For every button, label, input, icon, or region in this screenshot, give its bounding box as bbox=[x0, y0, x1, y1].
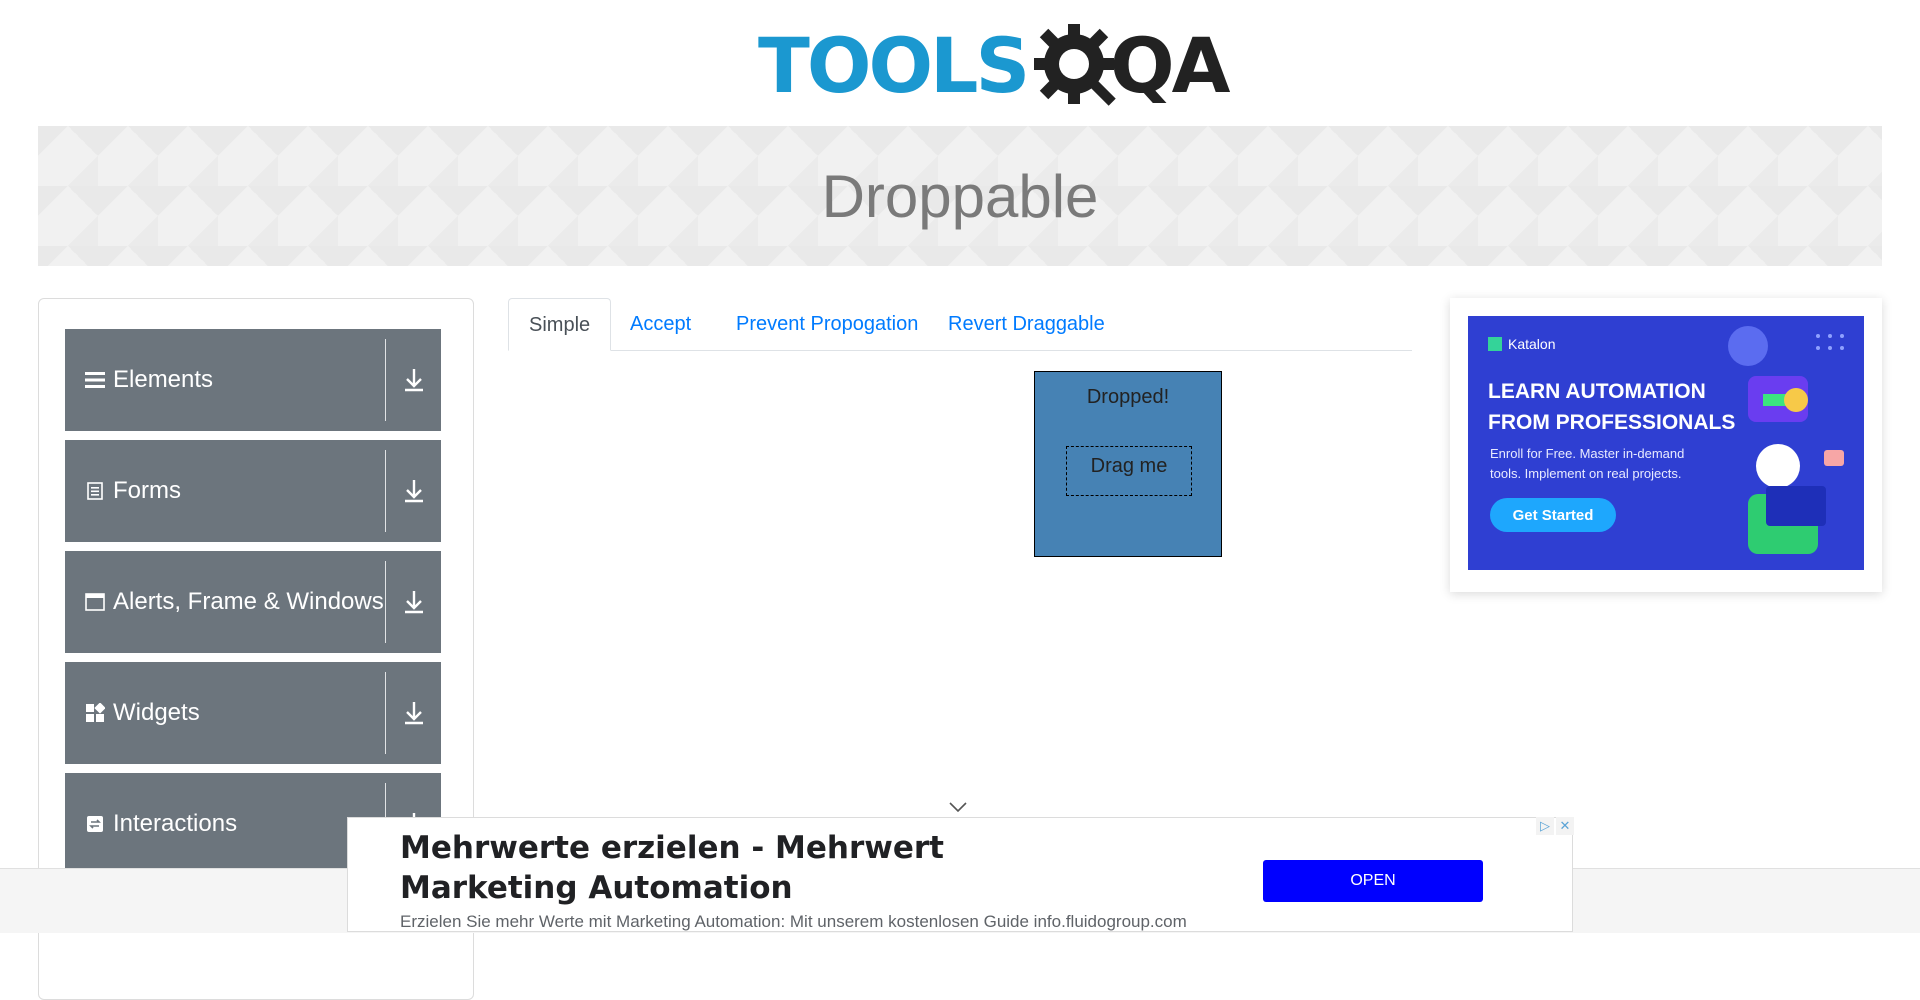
close-icon[interactable]: ✕ bbox=[1556, 817, 1574, 835]
ad-illustration-icon bbox=[1728, 326, 1844, 554]
ad-subtext: Enroll for Free. Master in-demand tools.… bbox=[1490, 446, 1685, 481]
draggable-box[interactable]: Drag me bbox=[1066, 446, 1192, 496]
katalon-logo-icon bbox=[1488, 337, 1502, 351]
sidebar-group-header: Widgets bbox=[85, 662, 200, 764]
tab-simple[interactable]: Simple bbox=[508, 298, 612, 351]
logo-tools-text: TOOLS bbox=[758, 21, 1030, 110]
bottom-ad[interactable]: ▷ ✕ Mehrwerte erzielen - Mehrwert Market… bbox=[347, 817, 1574, 932]
sidebar-group-label: Alerts, Frame & Windows bbox=[113, 588, 384, 615]
logo-text: TOOLS bbox=[758, 28, 1030, 104]
page-banner: Droppable bbox=[38, 126, 1882, 266]
chevron-down-icon[interactable] bbox=[947, 800, 969, 814]
get-started-button[interactable]: Get Started bbox=[1490, 498, 1616, 532]
sidebar-group-header: Elements bbox=[85, 329, 213, 431]
divider bbox=[385, 561, 386, 643]
widgets-icon bbox=[85, 703, 105, 723]
sidebar-group-label: Forms bbox=[113, 477, 181, 504]
tab-prevent-propogation[interactable]: Prevent Propogation bbox=[716, 298, 938, 350]
bottom-ad-description: Erzielen Sie mehr Werte mit Marketing Au… bbox=[400, 912, 1187, 931]
sidebar-group-widgets[interactable]: Widgets bbox=[65, 662, 441, 764]
ad-banner[interactable]: Katalon LEARN AUTOMATION FROM PROFESSION… bbox=[1468, 316, 1864, 570]
droppable-text: Dropped! bbox=[1086, 386, 1170, 408]
tab-revert-draggable[interactable]: Revert Draggable bbox=[928, 298, 1125, 350]
download-icon bbox=[405, 369, 423, 392]
window-icon bbox=[85, 592, 105, 612]
interactions-icon bbox=[85, 814, 105, 834]
droppable-tabs: Simple Accept Prevent Propogation Revert… bbox=[508, 298, 1412, 351]
adchoices-icon[interactable]: ▷ bbox=[1536, 817, 1554, 835]
sidebar-group-forms[interactable]: Forms bbox=[65, 440, 441, 542]
ad-choices[interactable]: ▷ ✕ bbox=[1536, 817, 1574, 837]
download-icon bbox=[405, 702, 423, 725]
open-button[interactable]: OPEN bbox=[1263, 860, 1483, 902]
ad-brand-name: Katalon bbox=[1508, 336, 1556, 352]
divider bbox=[385, 450, 386, 532]
download-icon bbox=[405, 591, 423, 614]
site-logo[interactable]: TOOLS QA bbox=[758, 18, 1230, 114]
bottom-ad-title[interactable]: Mehrwerte erzielen - Mehrwert Marketing … bbox=[400, 828, 1100, 908]
tab-accept[interactable]: Accept bbox=[610, 298, 711, 350]
divider bbox=[385, 339, 386, 421]
sidebar-ad[interactable]: Katalon LEARN AUTOMATION FROM PROFESSION… bbox=[1450, 298, 1882, 592]
divider bbox=[385, 672, 386, 754]
sidebar-group-alerts-frame-windows[interactable]: Alerts, Frame & Windows bbox=[65, 551, 441, 653]
draggable-text: Drag me bbox=[1090, 455, 1168, 477]
menu-icon bbox=[85, 370, 105, 390]
sidebar-group-header: Forms bbox=[85, 440, 181, 542]
page-title: Droppable bbox=[821, 162, 1099, 230]
document-icon bbox=[85, 481, 105, 501]
logo-qa-text: QA bbox=[1110, 21, 1230, 110]
sidebar-group-label: Interactions bbox=[113, 810, 238, 837]
download-icon bbox=[405, 480, 423, 503]
sidebar-group-header: Interactions bbox=[85, 773, 237, 875]
sidebar-group-header: Alerts, Frame & Windows bbox=[85, 551, 384, 653]
sidebar-group-label: Elements bbox=[113, 366, 214, 393]
sidebar-group-label: Widgets bbox=[113, 699, 200, 726]
ad-brand: Katalon bbox=[1488, 336, 1555, 352]
sidebar-group-elements[interactable]: Elements bbox=[65, 329, 441, 431]
